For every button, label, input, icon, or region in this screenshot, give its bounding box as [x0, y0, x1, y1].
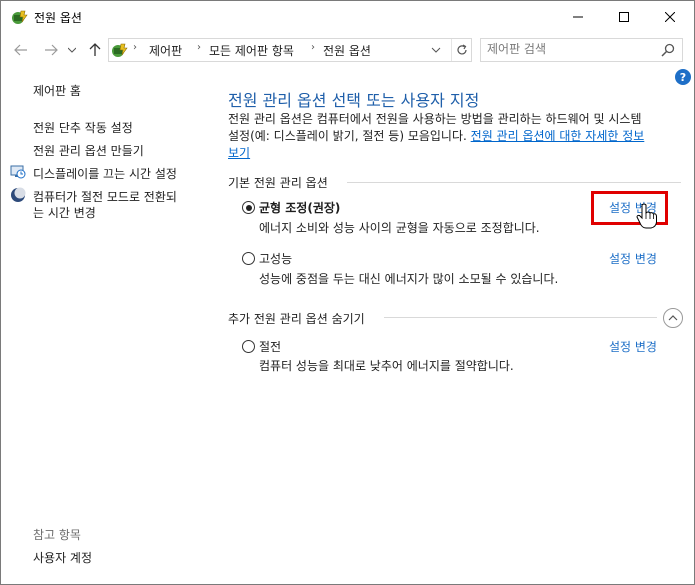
title-bar[interactable]: 전원 옵션	[1, 1, 694, 33]
minimize-button[interactable]	[555, 1, 601, 33]
sidebar-item-sleep-time-line1[interactable]: 컴퓨터가 절전 모드로 전환되	[33, 188, 177, 205]
collapse-hidden-plans-button[interactable]	[663, 308, 683, 328]
see-also-header: 참고 항목	[33, 528, 81, 542]
plan-high-performance-description: 성능에 중점을 두는 대신 에너지가 많이 소모될 수 있습니다.	[259, 272, 559, 286]
address-bar[interactable]: › 제어판 › 모든 제어판 항목 › 전원 옵션	[108, 38, 472, 62]
help-button[interactable]: ?	[675, 69, 691, 85]
back-arrow-icon	[14, 44, 27, 56]
up-arrow-icon	[89, 43, 101, 56]
more-info-link-continued[interactable]: 보기	[228, 146, 250, 160]
refresh-button[interactable]	[451, 39, 472, 61]
close-button[interactable]	[647, 1, 693, 33]
minimize-icon	[573, 16, 583, 18]
monitor-clock-icon	[10, 165, 26, 179]
forward-button[interactable]	[42, 41, 60, 59]
search-input[interactable]	[487, 41, 647, 57]
plan-high-performance-change-settings-link[interactable]: 설정 변경	[609, 250, 657, 267]
sidebar-item-create-power-plan[interactable]: 전원 관리 옵션 만들기	[33, 142, 144, 159]
plan-balanced-name[interactable]: 균형 조정(권장)	[259, 199, 340, 216]
plan-balanced-description: 에너지 소비와 성능 사이의 균형을 자동으로 조정합니다.	[259, 221, 540, 235]
search-icon[interactable]	[660, 42, 676, 58]
description-line2: 설정(예: 디스플레이 밝기, 절전 등) 모음입니다.	[228, 129, 471, 143]
plan-balanced-radio[interactable]	[242, 201, 255, 214]
section-divider	[347, 182, 681, 183]
plan-power-saver-name[interactable]: 절전	[259, 338, 281, 355]
control-panel-icon	[112, 43, 128, 57]
forward-arrow-icon	[45, 44, 58, 56]
breadcrumb-separator[interactable]: ›	[197, 42, 201, 53]
plan-power-saver-radio[interactable]	[242, 340, 255, 353]
description-line1: 전원 관리 옵션은 컴퓨터에서 전원을 사용하는 방법을 관리하는 하드웨어 및…	[228, 112, 642, 126]
plan-power-saver-description: 컴퓨터 성능을 최대로 낮추어 에너지를 절약합니다.	[259, 359, 514, 373]
power-options-window: 전원 옵션 › 제어판 › 모든 제어판 항목 › 전원 옵션 제어판 검색 ?…	[0, 0, 695, 585]
sidebar-item-power-button-settings[interactable]: 전원 단추 작동 설정	[33, 119, 133, 136]
breadcrumb-separator[interactable]: ›	[133, 42, 137, 53]
plan-power-saver-change-settings-link[interactable]: 설정 변경	[609, 338, 657, 355]
maximize-icon	[619, 12, 629, 22]
refresh-icon	[457, 44, 467, 55]
breadcrumb-separator[interactable]: ›	[311, 42, 315, 53]
plan-high-performance-radio[interactable]	[242, 252, 255, 265]
collapse-chevron-icon	[668, 315, 678, 321]
moon-icon	[11, 187, 26, 202]
help-icon: ?	[679, 70, 687, 84]
page-title: 전원 관리 옵션 선택 또는 사용자 지정	[228, 91, 480, 110]
page-description: 전원 관리 옵션은 컴퓨터에서 전원을 사용하는 방법을 관리하는 하드웨어 및…	[228, 111, 678, 162]
maximize-button[interactable]	[601, 1, 647, 33]
recent-locations-button[interactable]	[67, 41, 77, 59]
power-options-icon	[12, 10, 28, 24]
breadcrumb-control-panel[interactable]: 제어판	[149, 42, 182, 59]
plan-high-performance-name[interactable]: 고성능	[259, 250, 292, 267]
sidebar-item-display-off-time[interactable]: 디스플레이를 끄는 시간 설정	[33, 165, 177, 182]
up-button[interactable]	[86, 41, 104, 59]
section-divider	[384, 317, 657, 318]
back-button[interactable]	[12, 41, 30, 59]
sidebar-item-sleep-time-line2[interactable]: 는 시간 변경	[33, 204, 96, 221]
chevron-down-icon	[431, 47, 441, 53]
search-box[interactable]	[480, 38, 683, 62]
recent-dropdown-icon	[68, 47, 76, 53]
breadcrumb-power-options[interactable]: 전원 옵션	[323, 42, 371, 59]
hidden-plans-header[interactable]: 추가 전원 관리 옵션 숨기기	[228, 310, 365, 327]
sidebar-item-user-accounts[interactable]: 사용자 계정	[33, 549, 92, 566]
basic-plans-header: 기본 전원 관리 옵션	[228, 176, 328, 190]
window-title: 전원 옵션	[34, 11, 82, 25]
hand-cursor-icon	[636, 203, 657, 229]
close-icon	[665, 12, 675, 22]
address-dropdown-button[interactable]	[431, 42, 445, 58]
more-info-link[interactable]: 전원 관리 옵션에 대한 자세한 정보	[471, 129, 645, 143]
sidebar-item-control-panel-home[interactable]: 제어판 홈	[33, 82, 81, 99]
breadcrumb-all-items[interactable]: 모든 제어판 항목	[209, 42, 294, 59]
